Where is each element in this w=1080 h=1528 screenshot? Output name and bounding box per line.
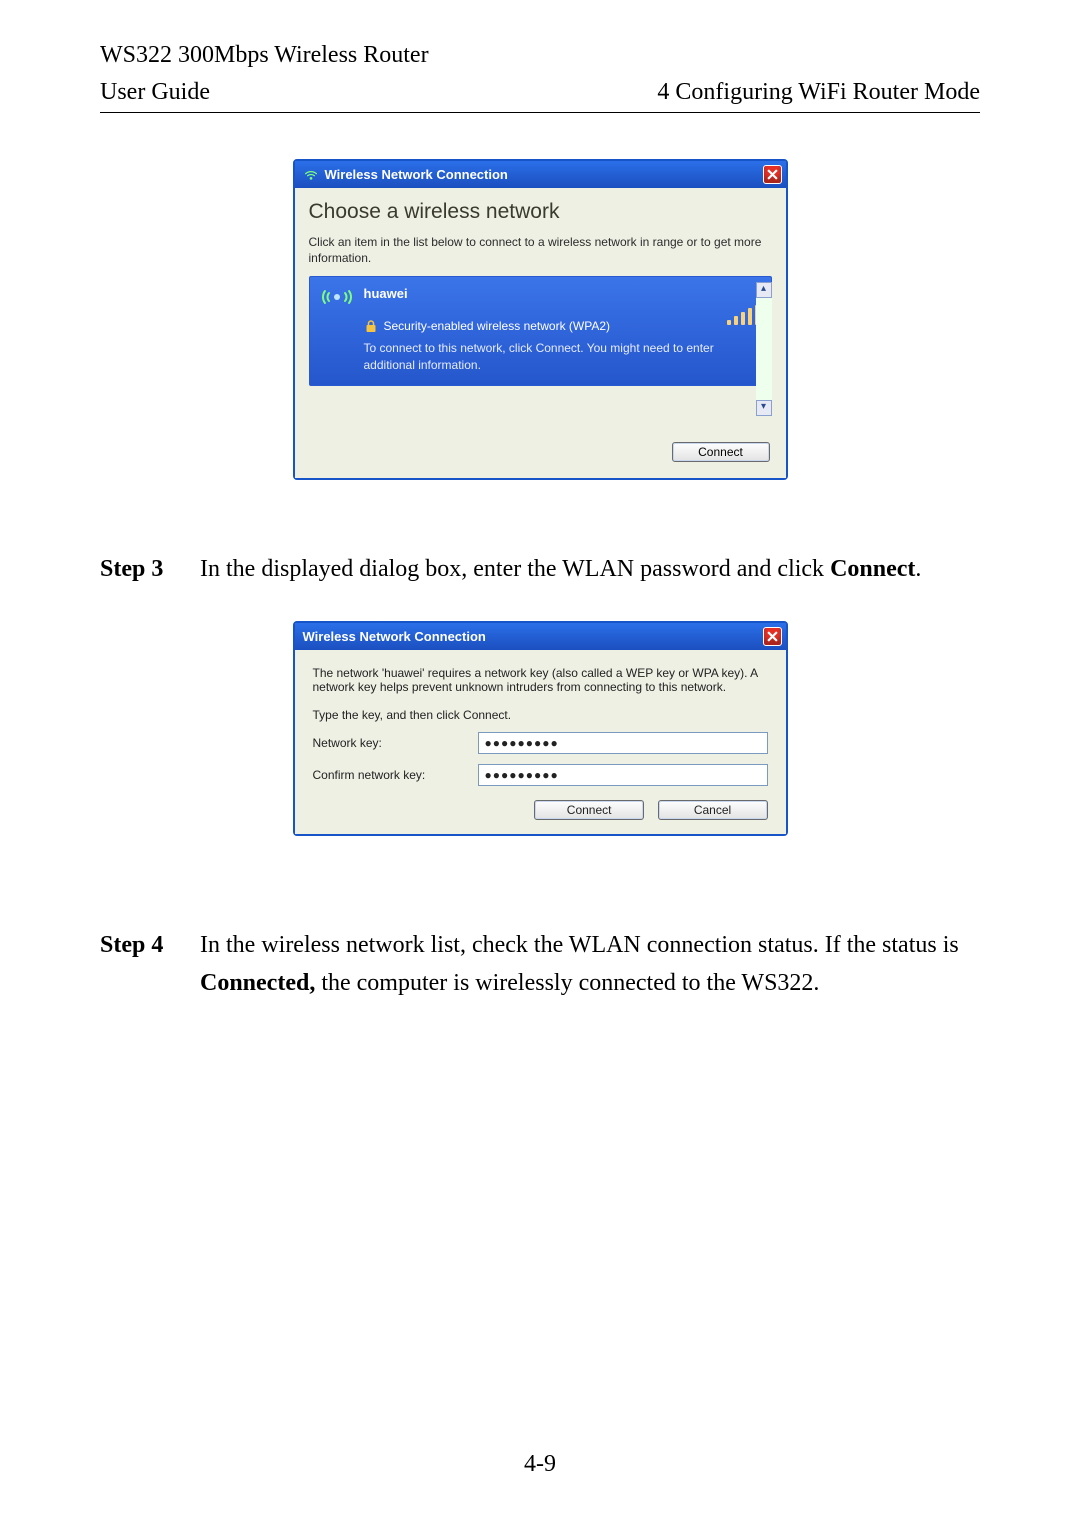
- step-label: Step 4: [100, 926, 200, 1003]
- network-hint: To connect to this network, click Connec…: [364, 340, 727, 374]
- dialog-footer: Connect: [295, 416, 786, 478]
- antenna-icon: [320, 285, 354, 309]
- doc-right: 4 Configuring WiFi Router Mode: [657, 79, 980, 106]
- close-button[interactable]: [763, 627, 782, 646]
- titlebar[interactable]: Wireless Network Connection: [295, 161, 786, 188]
- network-key-dialog: Wireless Network Connection The network …: [293, 621, 788, 836]
- page-number: 4-9: [0, 1451, 1080, 1478]
- doc-left: User Guide: [100, 79, 210, 106]
- network-key-label: Network key:: [313, 736, 478, 750]
- signal-strength-icon: [727, 305, 759, 325]
- confirm-key-input[interactable]: ●●●●●●●●●: [478, 764, 768, 786]
- step-4: Step 4 In the wireless network list, che…: [100, 926, 980, 1003]
- key-dialog-para: The network 'huawei' requires a network …: [313, 666, 768, 694]
- step-label: Step 3: [100, 550, 200, 588]
- cancel-button[interactable]: Cancel: [658, 800, 768, 820]
- doc-title: WS322 300Mbps Wireless Router: [100, 42, 980, 69]
- step-3: Step 3 In the displayed dialog box, ente…: [100, 550, 980, 588]
- choose-subtitle: Click an item in the list below to conne…: [309, 234, 772, 266]
- titlebar[interactable]: Wireless Network Connection: [295, 623, 786, 650]
- network-item[interactable]: huawei Security-enabled wireless network…: [309, 276, 772, 386]
- close-button[interactable]: [763, 165, 782, 184]
- network-name: huawei: [364, 285, 727, 303]
- network-security: Security-enabled wireless network (WPA2): [384, 318, 611, 335]
- scroll-up-button[interactable]: [756, 282, 772, 298]
- network-key-input[interactable]: ●●●●●●●●●: [478, 732, 768, 754]
- wireless-icon: [303, 167, 319, 183]
- header-divider: [100, 112, 980, 113]
- choose-network-dialog: Wireless Network Connection Choose a wir…: [293, 159, 788, 480]
- close-icon: [767, 631, 778, 642]
- network-list: huawei Security-enabled wireless network…: [295, 276, 786, 416]
- lock-icon: [364, 319, 378, 333]
- dialog-title: Wireless Network Connection: [325, 167, 508, 182]
- step-text: In the wireless network list, check the …: [200, 926, 980, 1003]
- scrollbar[interactable]: [756, 282, 772, 416]
- connect-button[interactable]: Connect: [534, 800, 644, 820]
- close-icon: [767, 169, 778, 180]
- dialog-title: Wireless Network Connection: [303, 629, 486, 644]
- connect-button[interactable]: Connect: [672, 442, 770, 462]
- step-text: In the displayed dialog box, enter the W…: [200, 550, 980, 588]
- confirm-key-label: Confirm network key:: [313, 768, 478, 782]
- key-dialog-hint: Type the key, and then click Connect.: [313, 708, 768, 722]
- choose-title: Choose a wireless network: [309, 200, 772, 224]
- choose-header: Choose a wireless network Click an item …: [295, 188, 786, 270]
- scroll-down-button[interactable]: [756, 400, 772, 416]
